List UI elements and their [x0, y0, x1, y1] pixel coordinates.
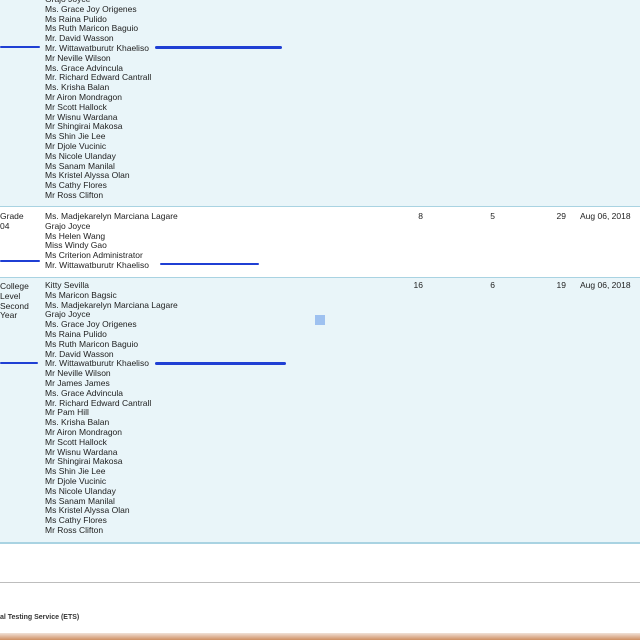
pen-mark: [0, 46, 40, 48]
selection-square[interactable]: [315, 315, 325, 325]
pen-mark: [0, 260, 40, 262]
count-cell-2: 5: [490, 211, 495, 221]
count-cell-1: 8: [418, 211, 423, 221]
class-level: Grade 04: [0, 211, 24, 232]
count-cell-2: 6: [490, 280, 495, 290]
date-cell: Aug 06, 2018: [580, 280, 631, 290]
pen-mark: [160, 263, 259, 265]
count-cell-3: 29: [556, 211, 566, 221]
teacher-name: Mr Ross Clifton: [45, 524, 104, 535]
teacher-name: Mr Ross Clifton: [45, 189, 104, 200]
pen-mark: [155, 362, 286, 365]
level-line: 04: [0, 220, 10, 231]
level-line: Year: [0, 310, 18, 321]
footer-band: [0, 633, 640, 640]
count-cell-1: 16: [413, 280, 423, 290]
count-cell-3: 19: [556, 280, 566, 290]
pen-mark: [155, 46, 282, 49]
teacher-list: Ms. Madjekarelyn Marciana Lagare Grajo Jo…: [45, 211, 178, 271]
separator: [0, 582, 640, 583]
date-cell: Aug 06, 2018: [580, 211, 631, 221]
footer-copyright: al Testing Service (ETS): [0, 614, 80, 621]
table-bottom-border: [0, 542, 640, 544]
teacher-name: Mr. Wittawatburutr Khaeliso: [45, 259, 149, 270]
teacher-list: Kitty Sevilla Ms Maricon Bagsic Ms. Madjek…: [45, 280, 178, 536]
pen-mark: [0, 362, 38, 364]
class-level: College Level Second Year: [0, 281, 29, 321]
teacher-list: Grajo JoyceMs. Grace Joy OrigenesMs Rain…: [45, 0, 151, 201]
